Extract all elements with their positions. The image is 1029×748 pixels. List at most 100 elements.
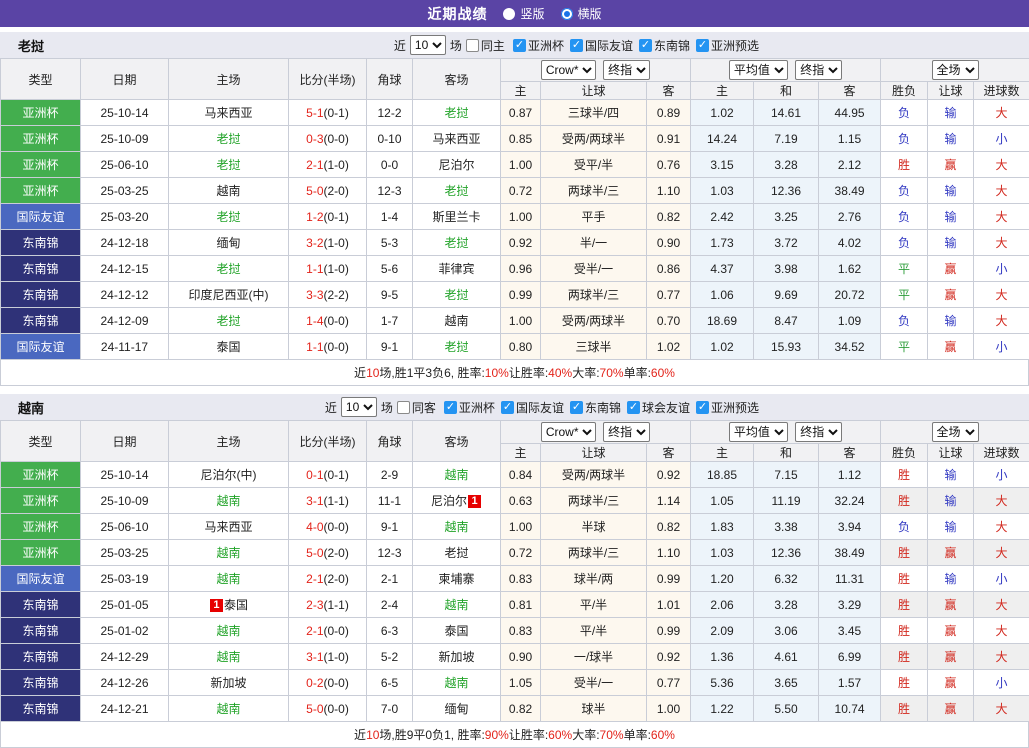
- checkbox-icon[interactable]: ✓: [696, 39, 709, 52]
- result-goals: 大: [974, 540, 1029, 566]
- filter-checkbox[interactable]: ✓东南锦: [570, 399, 621, 416]
- away-team-cell: 老挝: [413, 230, 501, 256]
- col-header-away: 客场: [413, 59, 501, 100]
- filter-checkbox[interactable]: ✓国际友谊: [501, 399, 564, 416]
- euro-home-odds: 2.42: [691, 204, 754, 230]
- summary-text: 10: [366, 366, 379, 380]
- handicap-time-select[interactable]: 终指: [603, 60, 650, 80]
- view-option-label: 横版: [578, 5, 602, 22]
- euro-home-odds: 1.20: [691, 566, 754, 592]
- euro-home-odds: 1.05: [691, 488, 754, 514]
- result-outcome: 胜: [881, 696, 928, 722]
- corners-cell: 9-5: [367, 282, 413, 308]
- euro-home-odds: 18.85: [691, 462, 754, 488]
- same-side-checkbox[interactable]: 同主: [466, 37, 505, 54]
- away-team-cell: 马来西亚: [413, 126, 501, 152]
- handicap-line: 平手: [541, 204, 647, 230]
- checkbox-icon[interactable]: ✓: [627, 401, 640, 414]
- filter-checkbox[interactable]: ✓球会友谊: [627, 399, 690, 416]
- handicap-away-odds: 0.70: [647, 308, 691, 334]
- summary-text: 60%: [651, 366, 675, 380]
- checkbox-icon[interactable]: [466, 39, 479, 52]
- euro-draw-odds: 3.98: [754, 256, 819, 282]
- euro-source-select[interactable]: 平均值: [729, 60, 788, 80]
- section-control-bar: 越南 近 10 场 同客 ✓亚洲杯✓国际友谊✓东南锦✓球会友谊✓亚洲预选: [0, 394, 1029, 420]
- handicap-home-odds: 0.80: [501, 334, 541, 360]
- result-goals: 小: [974, 126, 1029, 152]
- away-team-cell: 老挝: [413, 334, 501, 360]
- match-type-badge: 亚洲杯: [1, 178, 81, 204]
- score-cell: 2-1(2-0): [289, 566, 367, 592]
- col-header-euro-away: 客: [819, 444, 881, 462]
- match-row: 东南锦25-01-051泰国2-3(1-1)2-4越南0.81平/半1.012.…: [1, 592, 1029, 618]
- filter-checkbox[interactable]: ✓国际友谊: [570, 37, 633, 54]
- corners-cell: 7-0: [367, 696, 413, 722]
- view-option-vertical[interactable]: 竖版: [503, 5, 544, 22]
- euro-source-select[interactable]: 平均值: [729, 422, 788, 442]
- handicap-away-odds: 1.14: [647, 488, 691, 514]
- checkbox-icon[interactable]: ✓: [513, 39, 526, 52]
- result-outcome: 负: [881, 308, 928, 334]
- checkbox-icon[interactable]: ✓: [639, 39, 652, 52]
- checkbox-icon[interactable]: ✓: [570, 39, 583, 52]
- checkbox-icon[interactable]: ✓: [570, 401, 583, 414]
- handicap-source-select[interactable]: Crow*: [541, 422, 596, 442]
- date-cell: 25-03-25: [81, 178, 169, 204]
- euro-home-odds: 3.15: [691, 152, 754, 178]
- match-row: 东南锦24-12-15老挝1-1(1-0)5-6菲律宾0.96受半/一0.864…: [1, 256, 1029, 282]
- handicap-time-select[interactable]: 终指: [603, 422, 650, 442]
- radio-icon[interactable]: [503, 8, 515, 20]
- filter-controls: 近 10 场 同主 ✓亚洲杯✓国际友谊✓东南锦✓亚洲预选: [394, 35, 759, 55]
- summary-text: 60%: [651, 728, 675, 742]
- home-team-cell: 马来西亚: [169, 100, 289, 126]
- handicap-home-odds: 1.00: [501, 308, 541, 334]
- euro-draw-odds: 3.28: [754, 592, 819, 618]
- same-side-checkbox[interactable]: 同客: [397, 399, 436, 416]
- recent-count-select[interactable]: 10: [410, 35, 446, 55]
- euro-draw-odds: 5.50: [754, 696, 819, 722]
- result-outcome: 胜: [881, 644, 928, 670]
- match-type-badge: 东南锦: [1, 618, 81, 644]
- date-cell: 24-12-18: [81, 230, 169, 256]
- handicap-away-odds: 0.76: [647, 152, 691, 178]
- euro-away-odds: 4.02: [819, 230, 881, 256]
- euro-draw-odds: 7.19: [754, 126, 819, 152]
- col-header-let-line: 让球: [541, 444, 647, 462]
- home-team-cell: 老挝: [169, 152, 289, 178]
- summary-text: 大率:: [572, 726, 599, 743]
- euro-time-select[interactable]: 终指: [795, 422, 842, 442]
- handicap-line: 一/球半: [541, 644, 647, 670]
- col-header-let-home: 主: [501, 444, 541, 462]
- corners-cell: 2-1: [367, 566, 413, 592]
- checkbox-icon[interactable]: [397, 401, 410, 414]
- recent-count-select[interactable]: 10: [341, 397, 377, 417]
- checkbox-icon[interactable]: ✓: [696, 401, 709, 414]
- filter-checkbox[interactable]: ✓亚洲预选: [696, 399, 759, 416]
- filter-checkbox[interactable]: ✓亚洲杯: [444, 399, 495, 416]
- filter-checkbox[interactable]: ✓亚洲杯: [513, 37, 564, 54]
- filter-label: 东南锦: [585, 399, 621, 416]
- view-option-horizontal[interactable]: 横版: [561, 5, 602, 22]
- scope-select[interactable]: 全场: [932, 422, 979, 442]
- date-cell: 25-10-09: [81, 488, 169, 514]
- corners-cell: 12-3: [367, 540, 413, 566]
- filter-checkbox[interactable]: ✓亚洲预选: [696, 37, 759, 54]
- summary-text: 单率:: [624, 364, 651, 381]
- radio-icon[interactable]: [561, 8, 573, 20]
- summary-text: 单率:: [624, 726, 651, 743]
- home-team-cell: 缅甸: [169, 230, 289, 256]
- match-type-badge: 亚洲杯: [1, 488, 81, 514]
- checkbox-icon[interactable]: ✓: [444, 401, 457, 414]
- result-outcome: 胜: [881, 592, 928, 618]
- euro-time-select[interactable]: 终指: [795, 60, 842, 80]
- scope-select[interactable]: 全场: [932, 60, 979, 80]
- filter-checkbox[interactable]: ✓东南锦: [639, 37, 690, 54]
- checkbox-icon[interactable]: ✓: [501, 401, 514, 414]
- euro-away-odds: 3.29: [819, 592, 881, 618]
- filter-label: 亚洲杯: [459, 399, 495, 416]
- home-team-cell: 越南: [169, 566, 289, 592]
- handicap-source-select[interactable]: Crow*: [541, 60, 596, 80]
- result-handicap: 赢: [928, 618, 974, 644]
- result-handicap: 输: [928, 488, 974, 514]
- date-cell: 25-03-19: [81, 566, 169, 592]
